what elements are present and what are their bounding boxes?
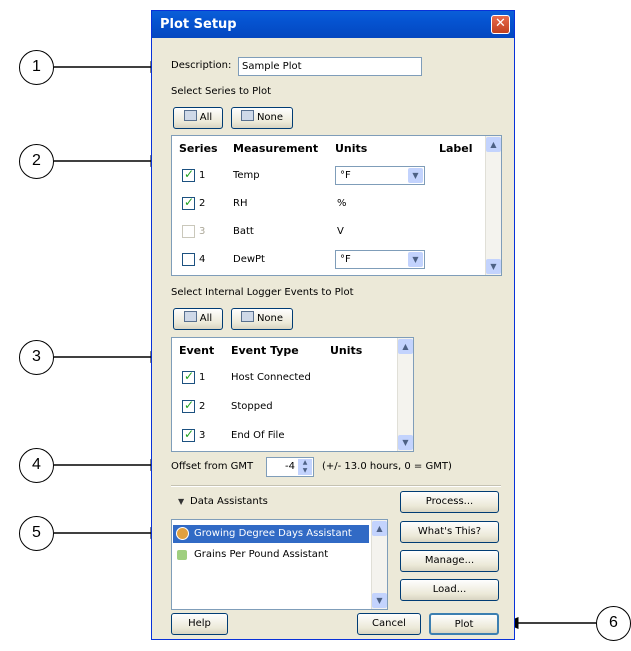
callout-4: 4	[19, 448, 54, 483]
callout-6: 6	[596, 606, 631, 641]
units-select[interactable]: °F ▼	[335, 250, 425, 269]
check-none-icon	[240, 110, 254, 121]
list-item[interactable]: Grains Per Pound Assistant	[173, 546, 369, 564]
close-button[interactable]: ✕	[491, 15, 510, 34]
events-all-button[interactable]: All	[173, 308, 223, 330]
callout-5: 5	[19, 516, 54, 551]
series-number: 3	[199, 226, 206, 237]
scroll-up-icon[interactable]: ▲	[398, 339, 413, 354]
plot-setup-dialog: Plot Setup ✕ Description: Sample Plot Se…	[151, 10, 515, 640]
check-none-icon	[240, 311, 254, 322]
series-4-checkbox[interactable]	[182, 253, 195, 266]
event-number: 1	[199, 372, 206, 383]
series-number: 1	[199, 170, 206, 181]
label-header: Label	[439, 142, 473, 155]
scroll-down-icon[interactable]: ▼	[486, 259, 501, 274]
close-icon: ✕	[495, 16, 506, 31]
callout-2: 2	[19, 144, 54, 179]
event-number: 3	[199, 430, 206, 441]
measurement-cell: Temp	[233, 170, 260, 181]
measurement-header: Measurement	[233, 142, 319, 155]
list-item-selected[interactable]: Growing Degree Days Assistant	[173, 525, 369, 543]
assistant-icon	[176, 527, 189, 540]
manage-button[interactable]: Manage...	[400, 550, 499, 572]
check-all-icon	[183, 110, 197, 121]
dialog-titlebar[interactable]: Plot Setup ✕	[152, 11, 514, 38]
measurement-cell: RH	[233, 198, 248, 209]
series-section-title: Select Series to Plot	[171, 86, 272, 97]
divider	[171, 485, 501, 487]
callout-3: 3	[19, 340, 54, 375]
callout-1: 1	[19, 50, 54, 85]
series-scrollbar[interactable]: ▲ ▼	[485, 136, 501, 275]
series-1-checkbox[interactable]	[182, 167, 195, 182]
event-2-checkbox[interactable]	[182, 398, 195, 413]
events-section-title: Select Internal Logger Events to Plot	[171, 287, 354, 298]
events-scrollbar[interactable]: ▲ ▼	[397, 338, 413, 451]
event-type-cell: Stopped	[231, 401, 273, 412]
assistants-title: Data Assistants	[190, 496, 268, 507]
event-header: Event	[179, 344, 215, 357]
assistants-scrollbar[interactable]: ▲ ▼	[371, 520, 387, 609]
event-3-checkbox[interactable]	[182, 427, 195, 442]
units-cell: V	[337, 226, 344, 237]
scroll-down-icon[interactable]: ▼	[372, 593, 387, 608]
series-none-button[interactable]: None	[231, 107, 293, 129]
series-number: 2	[199, 198, 206, 209]
assistant-icon	[177, 550, 187, 560]
event-type-header: Event Type	[231, 344, 299, 357]
units-select[interactable]: °F ▼	[335, 166, 425, 185]
units-header: Units	[335, 142, 368, 155]
event-type-cell: End Of File	[231, 430, 285, 441]
events-table: Event Event Type Units 1 Host Connected …	[171, 337, 414, 452]
process-button[interactable]: Process...	[400, 491, 499, 513]
event-number: 2	[199, 401, 206, 412]
event-units-header: Units	[330, 344, 363, 357]
plot-button[interactable]: Plot	[429, 613, 499, 635]
offset-spinner[interactable]: -4 ▲ ▼	[266, 457, 314, 477]
assistants-list: Growing Degree Days Assistant Grains Per…	[171, 519, 388, 610]
series-2-checkbox[interactable]	[182, 195, 195, 210]
series-all-button[interactable]: All	[173, 107, 223, 129]
chevron-down-icon: ▼	[408, 252, 423, 267]
event-type-cell: Host Connected	[231, 372, 311, 383]
cancel-button[interactable]: Cancel	[357, 613, 421, 635]
measurement-cell: DewPt	[233, 254, 265, 265]
scroll-up-icon[interactable]: ▲	[372, 521, 387, 536]
load-button[interactable]: Load...	[400, 579, 499, 601]
spin-down-icon[interactable]: ▼	[298, 467, 312, 475]
scroll-down-icon[interactable]: ▼	[398, 435, 413, 450]
offset-hint: (+/- 13.0 hours, 0 = GMT)	[322, 461, 452, 472]
expand-triangle-icon[interactable]: ▼	[178, 497, 184, 506]
series-header: Series	[179, 142, 218, 155]
dialog-title: Plot Setup	[160, 17, 237, 32]
help-button[interactable]: Help	[171, 613, 228, 635]
measurement-cell: Batt	[233, 226, 254, 237]
spin-up-icon[interactable]: ▲	[298, 459, 312, 467]
series-3-checkbox[interactable]	[182, 225, 195, 238]
check-all-icon	[183, 311, 197, 322]
description-label: Description:	[171, 60, 232, 71]
events-none-button[interactable]: None	[231, 308, 293, 330]
chevron-down-icon: ▼	[408, 168, 423, 183]
offset-label: Offset from GMT	[171, 461, 254, 472]
series-table: Series Measurement Units Label 1 Temp °F…	[171, 135, 502, 276]
units-cell: %	[337, 198, 347, 209]
series-number: 4	[199, 254, 206, 265]
whats-this-button[interactable]: What's This?	[400, 521, 499, 543]
scroll-up-icon[interactable]: ▲	[486, 137, 501, 152]
description-input[interactable]: Sample Plot	[238, 57, 422, 76]
event-1-checkbox[interactable]	[182, 369, 195, 384]
